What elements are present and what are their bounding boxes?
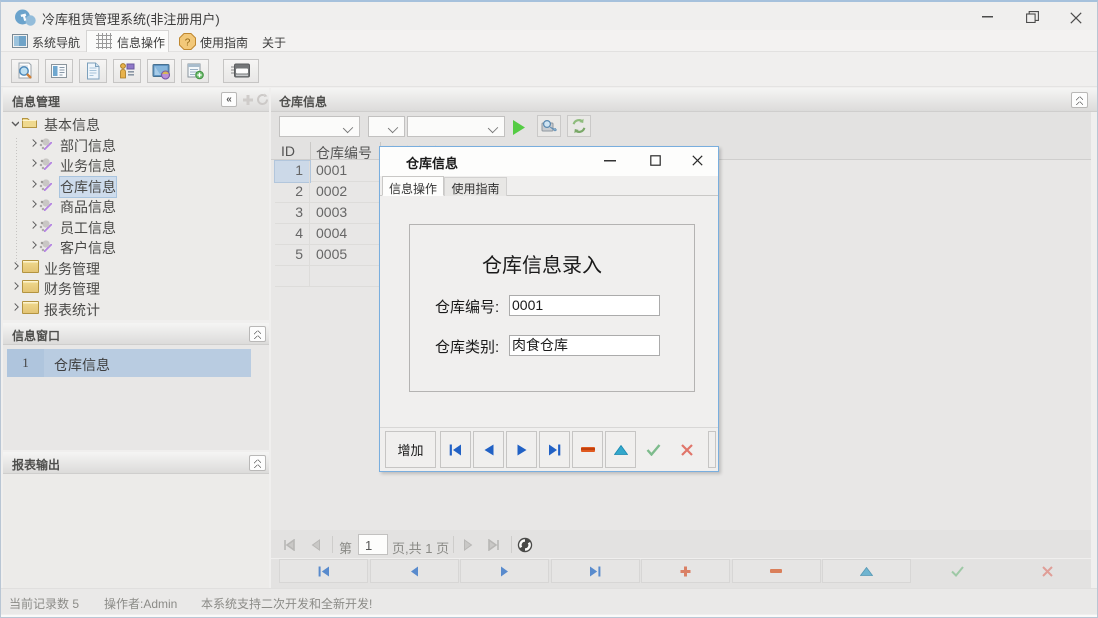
svg-text:?: ? [185, 38, 191, 49]
